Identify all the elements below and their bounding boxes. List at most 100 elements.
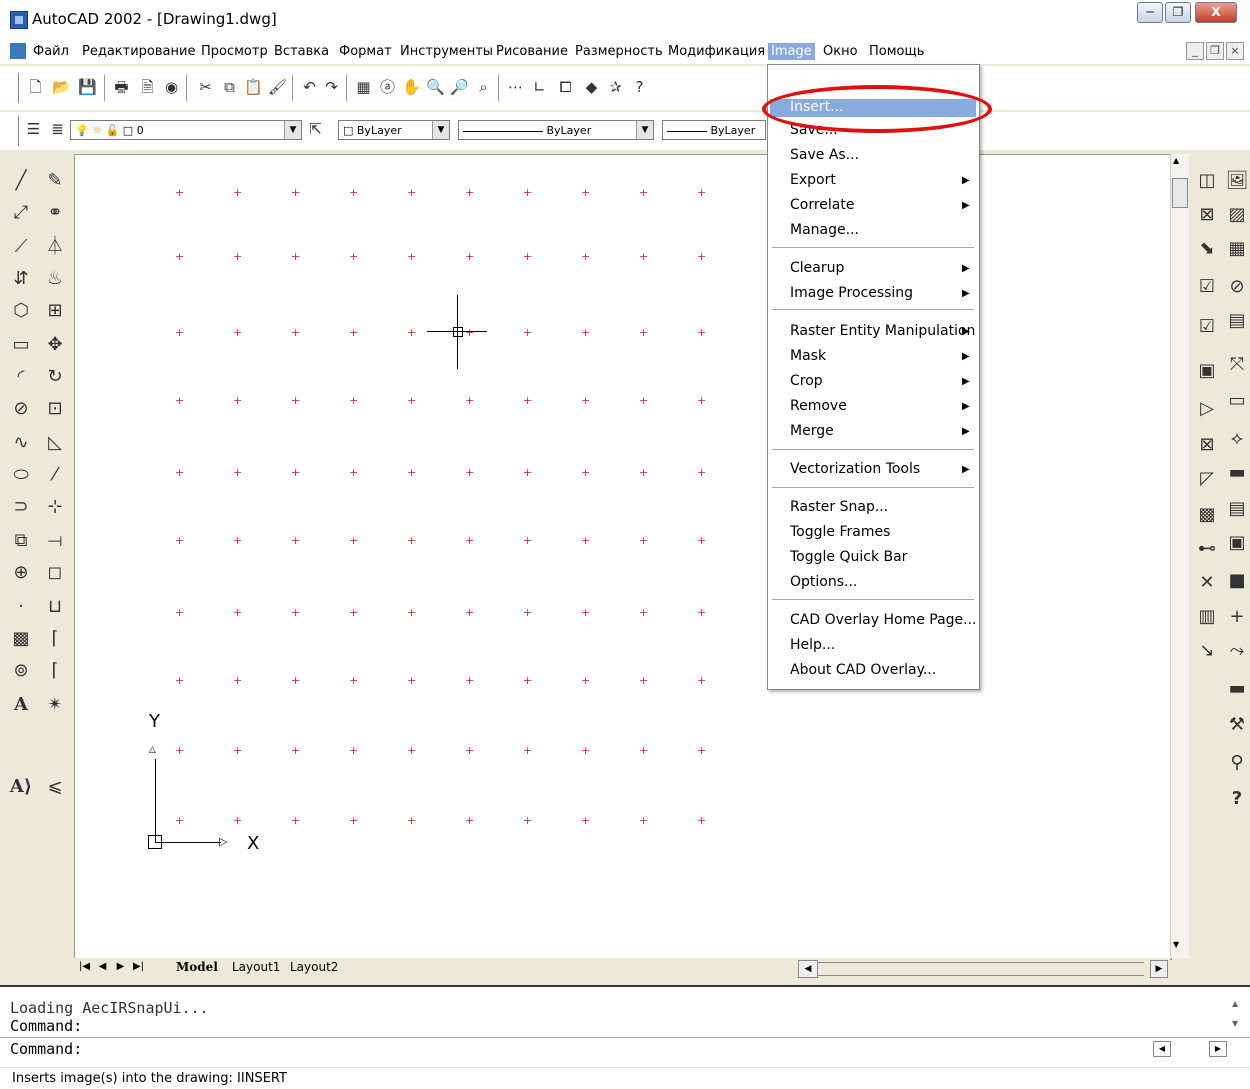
menu-item-correlate[interactable]: Correlate: [790, 197, 854, 213]
image-transparency-icon[interactable]: ▤: [1224, 306, 1250, 336]
raster-merge-icon[interactable]: ▬: [1224, 458, 1250, 488]
image-insert-icon[interactable]: 🖼: [1224, 166, 1250, 196]
cmd-scroll-down-icon[interactable]: ▼: [1232, 1019, 1238, 1028]
command-window[interactable]: Loading AecIRSnapUi... Command: Command:…: [0, 985, 1250, 1067]
scale-icon[interactable]: ⊡: [42, 394, 68, 424]
rectangle-icon[interactable]: ▭: [8, 330, 34, 360]
zoom-previous-icon[interactable]: ⌕: [474, 78, 493, 97]
raster-fill-icon[interactable]: ▣: [1224, 528, 1250, 558]
image-properties-icon[interactable]: ☑: [1194, 272, 1220, 302]
extend-icon[interactable]: ⟞: [42, 526, 68, 556]
move-icon[interactable]: ✥: [42, 330, 68, 360]
mdi-restore-button[interactable]: ❐: [1206, 42, 1224, 60]
erase-icon[interactable]: ✎: [42, 166, 68, 196]
menu-edit[interactable]: Редактирование: [79, 43, 198, 60]
ellipse-arc-icon[interactable]: ⊃: [8, 492, 34, 522]
point-icon[interactable]: ·: [8, 592, 34, 622]
menu-item-image-processing[interactable]: Image Processing: [790, 285, 913, 301]
menu-item-cad-overlay-home-page[interactable]: CAD Overlay Home Page...: [790, 612, 977, 628]
break-at-point-icon[interactable]: ⊔: [42, 592, 68, 622]
line-icon[interactable]: ╱: [8, 166, 34, 196]
print-icon[interactable]: 🖶: [112, 78, 131, 97]
raster-select-icon[interactable]: ↘: [1194, 636, 1220, 666]
color-dropdown[interactable]: □ ByLayer ▼: [338, 120, 450, 140]
menu-image[interactable]: Image: [768, 43, 815, 60]
make-object-layer-current-icon[interactable]: ⇱: [306, 120, 325, 139]
tab-layout2[interactable]: Layout2: [290, 960, 338, 974]
menu-item-raster-entity-manipulation[interactable]: Raster Entity Manipulation: [790, 323, 975, 339]
new-file-icon[interactable]: 🗋: [26, 78, 45, 97]
cmd-scroll-left-icon[interactable]: ◀: [1153, 1041, 1171, 1057]
aerial-view-icon[interactable]: ⧠: [556, 78, 575, 97]
rotate-icon[interactable]: ↻: [42, 362, 68, 392]
layer-previous-icon[interactable]: ≣: [48, 120, 67, 139]
minimize-button[interactable]: ─: [1137, 2, 1163, 23]
ucs-icon[interactable]: ∟: [530, 78, 549, 97]
menu-item-help[interactable]: Help...: [790, 637, 835, 653]
menu-item-vectorization-tools[interactable]: Vectorization Tools: [790, 461, 920, 477]
previous-tab-button[interactable]: ◀: [96, 960, 109, 974]
raster-trace-icon[interactable]: ⊷: [1194, 534, 1220, 564]
document-icon[interactable]: [10, 43, 26, 59]
text-icon[interactable]: A⟩: [8, 772, 34, 802]
scroll-down-arrow-icon[interactable]: ▼: [1173, 940, 1179, 949]
raster-mirror-icon[interactable]: ⟡: [1224, 424, 1250, 454]
cut-icon[interactable]: ✂: [196, 78, 215, 97]
arc-icon[interactable]: ◜: [8, 362, 34, 392]
zoom-window-icon[interactable]: 🔎: [450, 78, 469, 97]
multiline-text-icon[interactable]: A: [8, 690, 34, 720]
command-input[interactable]: Command:: [10, 1040, 82, 1058]
menu-item-crop[interactable]: Crop: [790, 373, 823, 389]
menu-file[interactable]: Файл: [30, 43, 72, 60]
help-toolbar-icon[interactable]: ?: [630, 78, 649, 97]
menu-view[interactable]: Просмотр: [198, 43, 271, 60]
edit-text-icon[interactable]: ⩽: [42, 772, 68, 802]
region-icon[interactable]: ⊚: [8, 656, 34, 686]
menu-item-about-cad-overlay[interactable]: About CAD Overlay...: [790, 662, 936, 678]
menu-item-export[interactable]: Export: [790, 172, 836, 188]
menu-modify[interactable]: Модификация: [665, 43, 768, 60]
vertical-scroll-thumb[interactable]: [1172, 178, 1188, 208]
break-icon[interactable]: ◻: [42, 558, 68, 588]
menu-item-remove[interactable]: Remove: [790, 398, 847, 414]
tab-layout1[interactable]: Layout1: [232, 960, 280, 974]
mirror-icon[interactable]: ⏃: [42, 232, 68, 262]
toolbar-grip[interactable]: [14, 73, 19, 103]
chamfer-icon[interactable]: ⌈: [42, 624, 68, 654]
scroll-up-arrow-icon[interactable]: ▲: [1173, 156, 1179, 165]
next-tab-button[interactable]: ▶: [114, 960, 127, 974]
menu-draw[interactable]: Рисование: [493, 43, 571, 60]
menu-help[interactable]: Помощь: [866, 43, 927, 60]
image-adjust-icon[interactable]: ⊘: [1224, 272, 1250, 302]
tools-icon[interactable]: ⚒: [1224, 710, 1250, 740]
help-question-icon[interactable]: ?: [1224, 784, 1250, 814]
trim-icon[interactable]: ⊹: [42, 492, 68, 522]
drawing-canvas[interactable]: + + + + + + + + + + + + + + + + + + + + + + + + + + + + + + + + + + + + + + + +…: [74, 154, 1172, 960]
menu-window[interactable]: Окно: [820, 43, 861, 60]
raster-copy-icon[interactable]: ▷: [1194, 394, 1220, 424]
offset-icon[interactable]: ♨: [42, 264, 68, 294]
raster-line-icon[interactable]: ▬: [1224, 674, 1250, 704]
image-manager-icon[interactable]: ▦: [1224, 234, 1250, 264]
stretch-icon[interactable]: ◺: [42, 428, 68, 458]
raster-snap-icon[interactable]: ▣: [1194, 356, 1220, 386]
lengthen-icon[interactable]: ⁄: [42, 460, 68, 490]
raster-despeckle-icon[interactable]: ▤: [1224, 494, 1250, 524]
raster-crop-icon[interactable]: ◸: [1194, 464, 1220, 494]
close-button[interactable]: X: [1195, 2, 1237, 23]
menu-item-toggle-frames[interactable]: Toggle Frames: [790, 524, 890, 540]
restore-button[interactable]: ❐: [1165, 2, 1191, 23]
hexagon-icon[interactable]: ⬡: [8, 296, 34, 326]
mdi-minimize-button[interactable]: _: [1186, 42, 1204, 60]
polygon-icon[interactable]: ⇵: [8, 264, 34, 294]
construction-line-icon[interactable]: ⤢: [8, 198, 34, 228]
pan-icon[interactable]: ✋: [402, 78, 421, 97]
circle-icon[interactable]: ⊘: [8, 394, 34, 424]
undo-icon[interactable]: ↶: [300, 78, 319, 97]
cmd-scroll-right-icon[interactable]: ▶: [1209, 1041, 1227, 1057]
cad-overlay-icon[interactable]: ⚲: [1224, 748, 1250, 778]
vertical-scrollbar[interactable]: ▲ ▼: [1170, 154, 1189, 958]
scroll-left-arrow-icon[interactable]: ◀: [798, 960, 818, 978]
fillet-icon[interactable]: ⌈: [42, 656, 68, 686]
linetype-dropdown[interactable]: ByLayer ▼: [458, 120, 654, 140]
